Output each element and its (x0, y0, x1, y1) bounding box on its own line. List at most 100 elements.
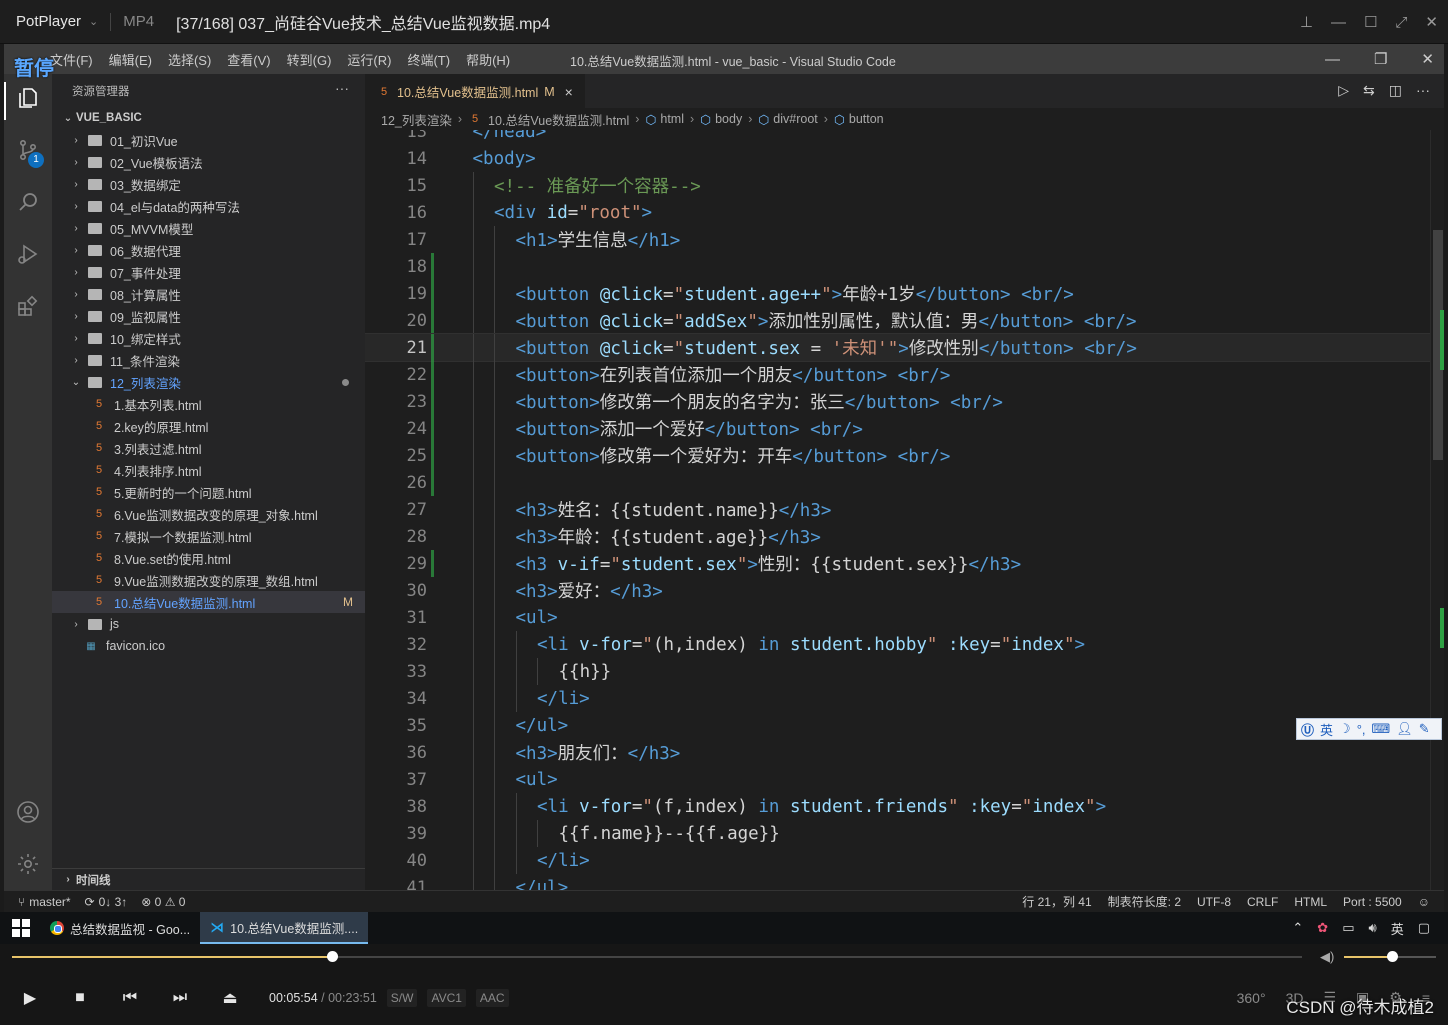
eol-status[interactable]: CRLF (1247, 895, 1278, 909)
breadcrumb-item[interactable]: 12_列表渲染 (381, 110, 452, 129)
cursor-position[interactable]: 行 21，列 41 (1022, 893, 1091, 910)
extensions-icon[interactable] (16, 294, 40, 318)
tree-item[interactable]: 5 5.更新时的一个问题.html (52, 481, 365, 503)
menu-help[interactable]: 帮助(H) (458, 50, 518, 69)
restore-button[interactable]: ❐ (1374, 50, 1387, 68)
more-actions-icon[interactable]: ··· (1416, 82, 1430, 99)
tree-item[interactable]: 5 9.Vue监测数据改变的原理_数组.html (52, 569, 365, 591)
breadcrumb-item[interactable]: button (849, 112, 884, 126)
editor-scrollbar[interactable] (1430, 130, 1444, 890)
player-brand[interactable]: PotPlayer (16, 13, 81, 30)
tree-item[interactable]: › 08_计算属性 (52, 283, 365, 305)
git-sync-status[interactable]: 0↓ 3↑ (99, 895, 128, 909)
chevron-down-icon[interactable]: ⌄ (89, 15, 98, 28)
menu-run[interactable]: 运行(R) (339, 50, 399, 69)
tree-item[interactable]: › js (52, 613, 365, 635)
tree-item[interactable]: 5 8.Vue.set的使用.html (52, 547, 365, 569)
ime-lang-toggle[interactable]: 英 (1320, 720, 1333, 739)
tree-item[interactable]: ⌄ 12_列表渲染 (52, 371, 365, 393)
tab-active-file[interactable]: 5 10.总结Vue数据监测.html M × (365, 74, 585, 108)
run-icon[interactable]: ▷ (1338, 82, 1349, 99)
problems-status[interactable]: ⊗ 0 ⚠ 0 (141, 895, 185, 909)
live-server-port[interactable]: Port : 5500 (1343, 895, 1402, 909)
breadcrumb-item[interactable]: html (660, 112, 684, 126)
taskbar-chrome[interactable]: 总结数据监视 - Goo... (40, 912, 200, 944)
notification-icon[interactable]: ▢ (1418, 920, 1430, 936)
minimize-button[interactable]: — (1325, 51, 1340, 68)
tree-item[interactable]: 5 4.列表排序.html (52, 459, 365, 481)
language-mode[interactable]: HTML (1294, 895, 1327, 909)
moon-icon[interactable]: ☽ (1339, 721, 1351, 737)
menu-terminal[interactable]: 终端(T) (399, 50, 458, 69)
close-tab-icon[interactable]: × (565, 84, 573, 100)
taskbar-vscode[interactable]: ⋊ 10.总结Vue数据监测.... (200, 912, 369, 944)
stop-icon[interactable]: ■ (55, 989, 105, 1007)
vr-360-button[interactable]: 360° (1237, 990, 1266, 1006)
tree-item[interactable]: 5 10.总结Vue数据监测.html M (52, 591, 365, 613)
git-branch[interactable]: master* (29, 895, 70, 909)
gear-icon[interactable] (16, 852, 40, 876)
tree-item[interactable]: › 04_el与data的两种写法 (52, 195, 365, 217)
close-button[interactable]: ✕ (1425, 13, 1438, 31)
codec-sw[interactable]: S/W (386, 988, 418, 1007)
seek-bar[interactable] (12, 951, 1302, 962)
keyboard-icon[interactable]: ⌨ (1372, 721, 1391, 737)
chevron-up-icon[interactable]: ⌃ (1292, 920, 1303, 936)
tree-item[interactable]: 5 3.列表过滤.html (52, 437, 365, 459)
close-button[interactable]: ✕ (1421, 50, 1434, 68)
menu-selection[interactable]: 选择(S) (160, 50, 219, 69)
tree-item[interactable]: › 05_MVVM模型 (52, 217, 365, 239)
eject-icon[interactable]: ⏏︎ (205, 988, 255, 1008)
ime-logo-icon[interactable]: Ⓤ (1301, 720, 1314, 739)
code-editor[interactable]: 13 </head> 14 <body> 15 <!-- 准备好一个容器--> 16 <div… (365, 130, 1444, 890)
accounts-icon[interactable] (16, 800, 40, 824)
pin-icon[interactable]: ⊥ (1300, 13, 1313, 31)
tree-item[interactable]: › 11_条件渲染 (52, 349, 365, 371)
volume-handle[interactable] (1386, 951, 1398, 962)
tree-item[interactable]: 5 1.基本列表.html (52, 393, 365, 415)
play-icon[interactable]: ▶ (5, 988, 55, 1008)
volume-icon[interactable]: ◀) (1320, 949, 1334, 965)
breadcrumb-item[interactable]: 10.总结Vue数据监测.html (488, 110, 629, 129)
timeline-section[interactable]: › 时间线 (52, 868, 365, 890)
tray-app-icon[interactable]: ✿ (1317, 920, 1328, 936)
menu-go[interactable]: 转到(G) (279, 50, 340, 69)
volume-icon[interactable]: 🔊︎ (1368, 920, 1376, 936)
menu-edit[interactable]: 编辑(E) (101, 50, 160, 69)
breadcrumb-item[interactable]: div#root (773, 112, 817, 126)
tray-lang[interactable]: 英 (1391, 919, 1404, 938)
explorer-icon[interactable] (16, 86, 40, 110)
run-debug-icon[interactable] (16, 242, 40, 266)
seek-handle[interactable] (326, 951, 338, 962)
maximize-button[interactable]: ☐ (1364, 13, 1377, 31)
encoding-status[interactable]: UTF-8 (1197, 895, 1231, 909)
feedback-icon[interactable]: ☺ (1418, 895, 1430, 909)
minimize-button[interactable]: — (1331, 14, 1346, 31)
windows-start-icon[interactable] (12, 919, 30, 937)
tree-item[interactable]: › 03_数据绑定 (52, 173, 365, 195)
indentation-status[interactable]: 制表符长度: 2 (1108, 893, 1181, 910)
tree-item[interactable]: 5 2.key的原理.html (52, 415, 365, 437)
workspace-root[interactable]: ⌄ VUE_BASIC (52, 107, 365, 129)
compare-changes-icon[interactable]: ⇆ (1363, 82, 1375, 99)
next-icon[interactable]: ⏭︎ (155, 989, 205, 1007)
search-icon[interactable] (16, 190, 40, 214)
tree-item[interactable]: › 07_事件处理 (52, 261, 365, 283)
split-editor-icon[interactable]: ◫ (1389, 82, 1402, 99)
tree-item[interactable]: › 06_数据代理 (52, 239, 365, 261)
tree-item[interactable]: › 09_监视属性 (52, 305, 365, 327)
menu-view[interactable]: 查看(V) (219, 50, 278, 69)
wrench-icon[interactable]: ✎ (1419, 721, 1430, 737)
tree-item[interactable]: › 10_绑定样式 (52, 327, 365, 349)
punctuation-icon[interactable]: °, (1357, 722, 1366, 737)
tree-item[interactable]: › 01_初识Vue (52, 129, 365, 151)
codec-video[interactable]: AVC1 (427, 988, 466, 1007)
more-actions-icon[interactable]: ··· (335, 80, 349, 96)
tree-item[interactable]: › 02_Vue模板语法 (52, 151, 365, 173)
previous-icon[interactable]: ⏮︎ (105, 989, 155, 1007)
network-icon[interactable]: ▭ (1342, 920, 1354, 936)
codec-audio[interactable]: AAC (475, 988, 509, 1007)
volume-slider[interactable] (1344, 951, 1436, 962)
user-icon[interactable]: 👤︎ (1396, 721, 1413, 737)
tree-item[interactable]: 5 7.模拟一个数据监测.html (52, 525, 365, 547)
